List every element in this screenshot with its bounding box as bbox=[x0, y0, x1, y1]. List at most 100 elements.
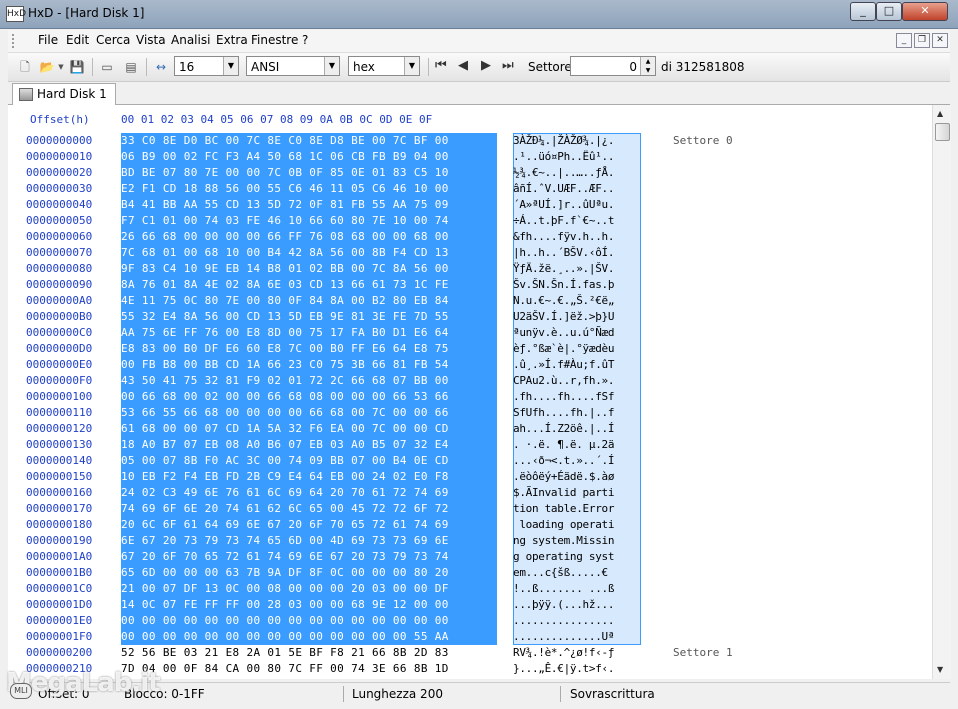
row-hex[interactable]: 24 02 C3 49 6E 76 61 6C 69 64 20 70 61 7… bbox=[121, 485, 449, 501]
row-hex[interactable]: 6E 67 20 73 79 73 74 65 6D 00 4D 69 73 7… bbox=[121, 533, 449, 549]
row-ascii[interactable]: Šv.ŠN.Šn.Í.fas.þ bbox=[513, 277, 641, 293]
row-hex[interactable]: 43 50 41 75 32 81 F9 02 01 72 2C 66 68 0… bbox=[121, 373, 449, 389]
row-ascii[interactable]: SfUfh....fh.|..f bbox=[513, 405, 641, 421]
row-ascii[interactable]: ................ bbox=[513, 613, 641, 629]
row-hex[interactable]: 61 68 00 00 07 CD 1A 5A 32 F6 EA 00 7C 0… bbox=[121, 421, 449, 437]
row-hex[interactable]: 9F 83 C4 10 9E EB 14 B8 01 02 BB 00 7C 8… bbox=[121, 261, 449, 277]
open-ram-icon[interactable]: ▤ bbox=[122, 58, 140, 76]
row-hex[interactable]: 8A 76 01 8A 4E 02 8A 6E 03 CD 13 66 61 7… bbox=[121, 277, 449, 293]
row-ascii[interactable]: ng system.Missin bbox=[513, 533, 641, 549]
mdi-minimize-icon[interactable]: _ bbox=[896, 33, 912, 48]
row-hex[interactable]: 33 C0 8E D0 BC 00 7C 8E C0 8E D8 BE 00 7… bbox=[121, 133, 449, 149]
row-ascii[interactable]: }...„Ê.€|ÿ.t>f‹. bbox=[513, 661, 641, 677]
row-hex[interactable]: 7D 04 00 0F 84 CA 00 80 7C FF 00 74 3E 6… bbox=[121, 661, 449, 677]
last-sector-icon[interactable]: ⏭ bbox=[502, 58, 514, 73]
row-hex[interactable]: 00 66 68 00 02 00 00 66 68 08 00 00 00 6… bbox=[121, 389, 449, 405]
row-ascii[interactable]: U2äŠV.Í.]ëž.>þ}U bbox=[513, 309, 641, 325]
row-ascii[interactable]: .fh....fh....fSf bbox=[513, 389, 641, 405]
open-disk-icon[interactable]: ▭ bbox=[98, 58, 116, 76]
row-hex[interactable]: 4E 11 75 0C 80 7E 00 80 0F 84 8A 00 B2 8… bbox=[121, 293, 449, 309]
row-hex[interactable]: 18 A0 B7 07 EB 08 A0 B6 07 EB 03 A0 B5 0… bbox=[121, 437, 449, 453]
row-hex[interactable]: AA 75 6E FF 76 00 E8 8D 00 75 17 FA B0 D… bbox=[121, 325, 449, 341]
ascii-column[interactable]: 3ÀŽÐ¼.|ŽÀŽØ¾.|¿. .¹..üó¤Ph..Ëû¹.. ½¾.€~..|… bbox=[513, 133, 641, 677]
row-hex[interactable]: 10 EB F2 F4 EB FD 2B C9 E4 64 EB 00 24 0… bbox=[121, 469, 449, 485]
title-bar[interactable]: HxD HxD - [Hard Disk 1] _ □ ✕ bbox=[0, 0, 958, 29]
previous-sector-icon[interactable]: ◀ bbox=[458, 58, 468, 73]
mdi-restore-icon[interactable]: ❐ bbox=[914, 33, 930, 48]
menu-edit[interactable]: Edit bbox=[66, 33, 89, 47]
menu-vista[interactable]: Vista bbox=[136, 33, 166, 47]
chevron-down-icon[interactable]: ▼ bbox=[223, 57, 238, 75]
scroll-thumb[interactable] bbox=[935, 123, 950, 141]
row-ascii[interactable]: ...þÿÿ.(...hž... bbox=[513, 597, 641, 613]
row-hex[interactable]: 55 32 E4 8A 56 00 CD 13 5D EB 9E 81 3E F… bbox=[121, 309, 449, 325]
menu-finestre[interactable]: Finestre bbox=[251, 33, 298, 47]
menu-file[interactable]: File bbox=[38, 33, 58, 47]
new-file-icon[interactable]: 🗋 bbox=[16, 58, 34, 76]
row-hex[interactable]: B4 41 BB AA 55 CD 13 5D 72 0F 81 FB 55 A… bbox=[121, 197, 449, 213]
row-ascii[interactable]: . ·.ë. ¶.ë. µ.2ä bbox=[513, 437, 641, 453]
row-ascii[interactable]: âñÍ.ˆV.UÆF..ÆF.. bbox=[513, 181, 641, 197]
open-folder-icon[interactable]: 📂 bbox=[38, 58, 56, 76]
row-ascii[interactable]: ´A»ªUÍ.]r..ûUªu. bbox=[513, 197, 641, 213]
scroll-down-icon[interactable]: ▼ bbox=[937, 665, 943, 674]
row-ascii[interactable]: ªunÿv.è..u.ú°Ñæd bbox=[513, 325, 641, 341]
row-hex[interactable]: 14 0C 07 FE FF FF 00 28 03 00 00 68 9E 1… bbox=[121, 597, 449, 613]
row-hex[interactable]: E2 F1 CD 18 88 56 00 55 C6 46 11 05 C6 4… bbox=[121, 181, 449, 197]
row-hex[interactable]: 65 6D 00 00 00 63 7B 9A DF 8F 0C 00 00 0… bbox=[121, 565, 449, 581]
row-ascii[interactable]: |h..h..´BŠV.‹ôÍ. bbox=[513, 245, 641, 261]
row-ascii[interactable]: &fh....fÿv.h..h. bbox=[513, 229, 641, 245]
row-ascii[interactable]: loading operati bbox=[513, 517, 641, 533]
row-hex[interactable]: 7C 68 01 00 68 10 00 B4 42 8A 56 00 8B F… bbox=[121, 245, 449, 261]
row-hex[interactable]: 00 00 00 00 00 00 00 00 00 00 00 00 00 0… bbox=[121, 629, 449, 645]
row-hex[interactable]: 53 66 55 66 68 00 00 00 00 66 68 00 7C 0… bbox=[121, 405, 449, 421]
menu-help[interactable]: ? bbox=[302, 33, 308, 47]
menu-cerca[interactable]: Cerca bbox=[96, 33, 130, 47]
chevron-down-icon[interactable]: ▼ bbox=[404, 57, 419, 75]
menu-analisi[interactable]: Analisi bbox=[171, 33, 210, 47]
row-hex[interactable]: 05 00 07 8B F0 AC 3C 00 74 09 BB 07 00 B… bbox=[121, 453, 449, 469]
row-ascii[interactable]: ÷Á..t.þF.f`€~..t bbox=[513, 213, 641, 229]
row-ascii[interactable]: ½¾.€~..|..…..ƒÅ. bbox=[513, 165, 641, 181]
hex-column[interactable]: 33 C0 8E D0 BC 00 7C 8E C0 8E D8 BE 00 7… bbox=[121, 133, 449, 677]
row-ascii[interactable]: ah...Í.Z2öê.|..Í bbox=[513, 421, 641, 437]
first-sector-icon[interactable]: ⏮ bbox=[435, 58, 447, 73]
minimize-button[interactable]: _ bbox=[850, 2, 876, 21]
row-hex[interactable]: 52 56 BE 03 21 E8 2A 01 5E BF F8 21 66 8… bbox=[121, 645, 449, 661]
dropdown-arrow-icon[interactable]: ▼ bbox=[56, 58, 66, 76]
next-sector-icon[interactable]: ▶ bbox=[481, 58, 491, 73]
row-hex[interactable]: E8 83 00 B0 DF E6 60 E8 7C 00 B0 FF E6 6… bbox=[121, 341, 449, 357]
sector-input[interactable]: 0 ▲ ▼ bbox=[570, 56, 656, 76]
row-ascii[interactable]: !..ß....... ...ß bbox=[513, 581, 641, 597]
row-ascii[interactable]: èƒ.°ßæ`è|.°ÿædèu bbox=[513, 341, 641, 357]
charset-select[interactable]: ANSI ▼ bbox=[246, 56, 340, 76]
row-hex[interactable]: 26 66 68 00 00 00 00 66 FF 76 08 68 00 0… bbox=[121, 229, 449, 245]
close-button[interactable]: ✕ bbox=[902, 2, 948, 21]
row-ascii[interactable]: $.ÃInvalid parti bbox=[513, 485, 641, 501]
row-ascii[interactable]: CPAu2.ù..r,fh.». bbox=[513, 373, 641, 389]
vertical-scrollbar[interactable]: ▲ ▼ bbox=[932, 105, 951, 679]
bytes-per-row-select[interactable]: 16 ▼ bbox=[174, 56, 239, 76]
row-ascii[interactable]: .¹..üó¤Ph..Ëû¹.. bbox=[513, 149, 641, 165]
row-hex[interactable]: 00 00 00 00 00 00 00 00 00 00 00 00 00 0… bbox=[121, 613, 449, 629]
save-icon[interactable]: 💾 bbox=[68, 58, 86, 76]
row-hex[interactable]: 00 FB B8 00 BB CD 1A 66 23 C0 75 3B 66 8… bbox=[121, 357, 449, 373]
row-hex[interactable]: 74 69 6F 6E 20 74 61 62 6C 65 00 45 72 7… bbox=[121, 501, 449, 517]
row-ascii[interactable]: ..............Uª bbox=[513, 629, 641, 645]
row-ascii[interactable]: RV¾.!è*.^¿ø!f‹-ƒ bbox=[513, 645, 641, 661]
mdi-close-icon[interactable]: ✕ bbox=[932, 33, 948, 48]
row-ascii[interactable]: N.u.€~.€.„Š.²€ë„ bbox=[513, 293, 641, 309]
spinner-icon[interactable]: ▲ ▼ bbox=[640, 57, 655, 75]
row-hex[interactable]: BD BE 07 80 7E 00 00 7C 0B 0F 85 0E 01 8… bbox=[121, 165, 449, 181]
row-hex[interactable]: F7 C1 01 00 74 03 FE 46 10 66 60 80 7E 1… bbox=[121, 213, 449, 229]
row-ascii[interactable]: tion table.Error bbox=[513, 501, 641, 517]
row-ascii[interactable]: g operating syst bbox=[513, 549, 641, 565]
row-hex[interactable]: 21 00 07 DF 13 0C 00 08 00 00 00 20 03 0… bbox=[121, 581, 449, 597]
row-ascii[interactable]: ...‹ð¬<.t.»..´.Í bbox=[513, 453, 641, 469]
tab-hard-disk-1[interactable]: Hard Disk 1 bbox=[12, 83, 116, 105]
row-ascii[interactable]: ŸƒÄ.žë.¸..».|ŠV. bbox=[513, 261, 641, 277]
row-ascii[interactable]: .û¸.»Í.f#Àu;f.ûT bbox=[513, 357, 641, 373]
maximize-button[interactable]: □ bbox=[876, 2, 902, 21]
scroll-up-icon[interactable]: ▲ bbox=[937, 109, 943, 118]
row-hex[interactable]: 67 20 6F 70 65 72 61 74 69 6E 67 20 73 7… bbox=[121, 549, 449, 565]
